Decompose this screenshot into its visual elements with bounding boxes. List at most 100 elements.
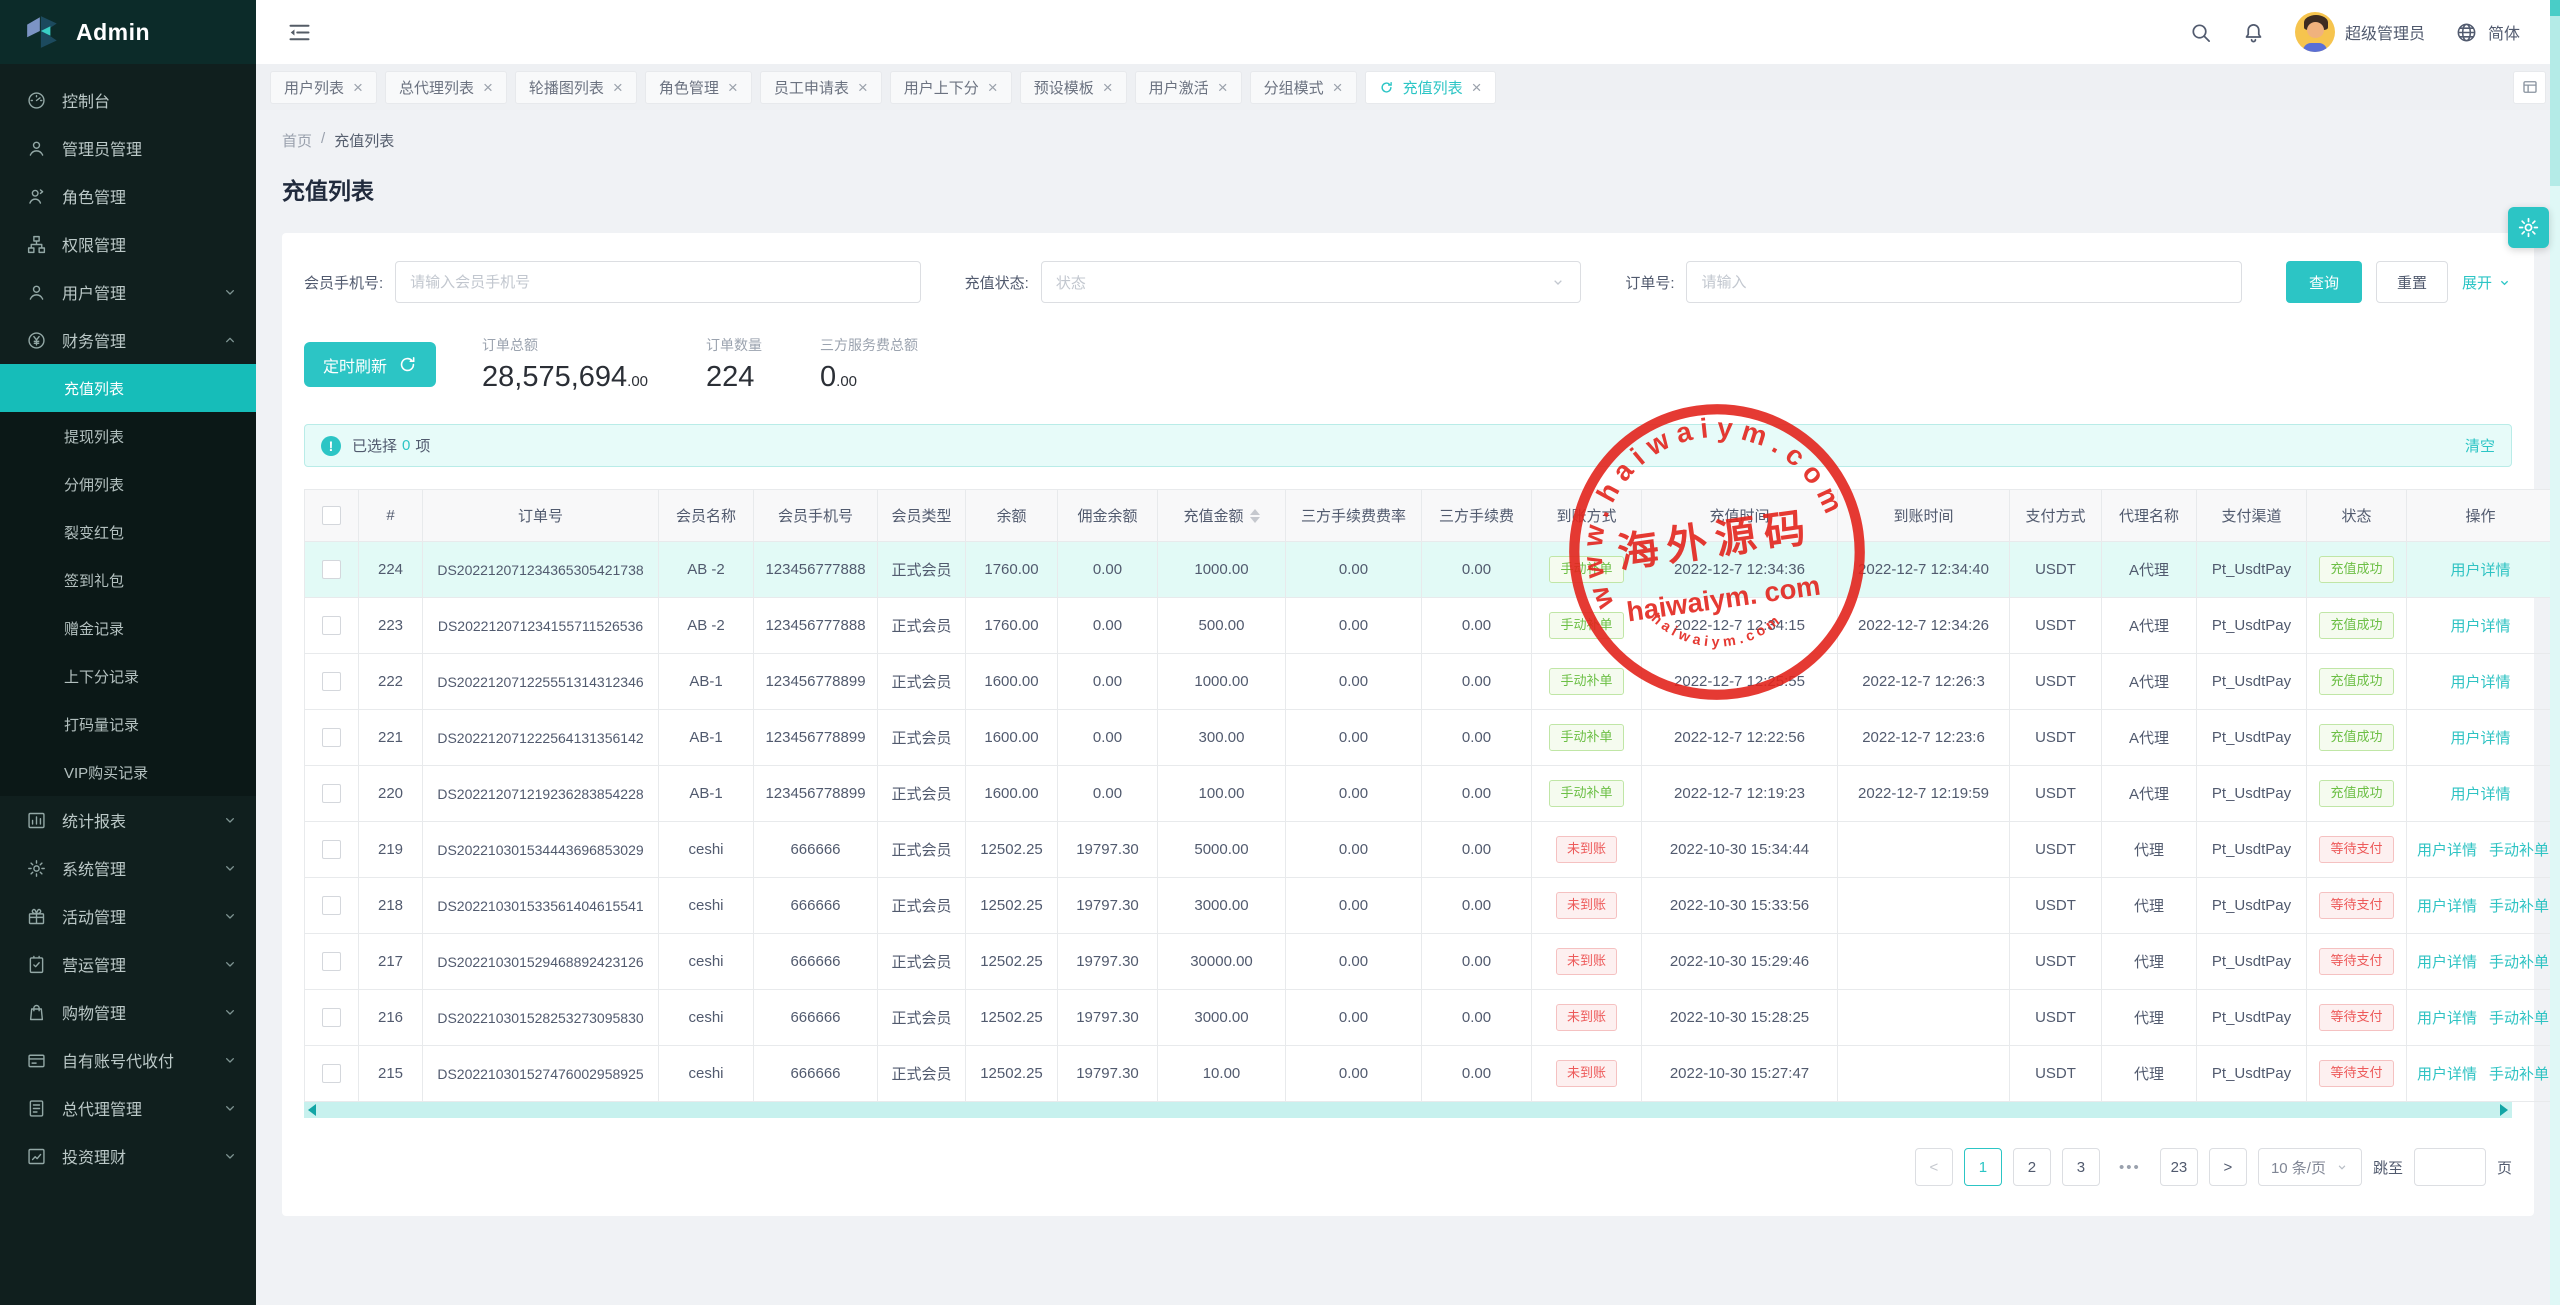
sidebar-item-营运管理[interactable]: 营运管理: [0, 940, 256, 988]
menu-fold-icon[interactable]: [286, 19, 313, 46]
sidebar-item-自有账号代收付[interactable]: 自有账号代收付: [0, 1036, 256, 1084]
vertical-scrollbar[interactable]: [2550, 0, 2560, 1305]
close-icon[interactable]: ×: [1103, 79, 1113, 96]
language-switcher[interactable]: 简体: [2455, 20, 2520, 44]
sidebar-item-系统管理[interactable]: 系统管理: [0, 844, 256, 892]
row-checkbox[interactable]: [322, 1064, 341, 1083]
scroll-left-icon[interactable]: [308, 1104, 316, 1116]
close-icon[interactable]: ×: [353, 79, 363, 96]
sidebar-item-财务管理[interactable]: 财务管理: [0, 316, 256, 364]
user-detail-link[interactable]: 用户详情: [2417, 954, 2477, 971]
auto-refresh-button[interactable]: 定时刷新: [304, 342, 436, 387]
page-button-23[interactable]: 23: [2160, 1148, 2198, 1186]
row-checkbox[interactable]: [322, 896, 341, 915]
user-detail-link[interactable]: 用户详情: [2450, 730, 2510, 747]
column-header-充值金额[interactable]: 充值金额: [1158, 490, 1286, 542]
user-detail-link[interactable]: 用户详情: [2417, 1010, 2477, 1027]
user-detail-link[interactable]: 用户详情: [2417, 898, 2477, 915]
row-checkbox[interactable]: [322, 1008, 341, 1027]
sidebar-item-权限管理[interactable]: 权限管理: [0, 220, 256, 268]
user-detail-link[interactable]: 用户详情: [2450, 786, 2510, 803]
clear-selection-link[interactable]: 清空: [2465, 435, 2495, 456]
row-checkbox[interactable]: [322, 952, 341, 971]
sidebar-item-活动管理[interactable]: 活动管理: [0, 892, 256, 940]
scrollbar-thumb[interactable]: [2550, 16, 2560, 186]
page-button-2[interactable]: 2: [2013, 1148, 2051, 1186]
sidebar-subitem-打码量记录[interactable]: 打码量记录: [0, 700, 256, 748]
row-checkbox[interactable]: [322, 672, 341, 691]
next-page-button[interactable]: >: [2209, 1148, 2247, 1186]
search-icon[interactable]: [2189, 21, 2212, 44]
tab-用户列表[interactable]: 用户列表×: [270, 71, 377, 104]
manual-order-link[interactable]: 手动补单: [2489, 954, 2549, 971]
row-checkbox[interactable]: [322, 840, 341, 859]
tab-用户上下分[interactable]: 用户上下分×: [890, 71, 1012, 104]
sidebar-item-统计报表[interactable]: 统计报表: [0, 796, 256, 844]
prev-page-button[interactable]: <: [1915, 1148, 1953, 1186]
order-filter-input[interactable]: [1686, 261, 2241, 303]
manual-order-link[interactable]: 手动补单: [2489, 842, 2549, 859]
page-button-3[interactable]: 3: [2062, 1148, 2100, 1186]
tab-list-menu-button[interactable]: [2513, 71, 2546, 104]
page-size-select[interactable]: 10 条/页: [2258, 1148, 2362, 1186]
reset-button[interactable]: 重置: [2376, 261, 2448, 303]
manual-order-link[interactable]: 手动补单: [2489, 1066, 2549, 1083]
row-checkbox[interactable]: [322, 784, 341, 803]
tab-用户激活[interactable]: 用户激活×: [1135, 71, 1242, 104]
sidebar-item-管理员管理[interactable]: 管理员管理: [0, 124, 256, 172]
tab-员工申请表[interactable]: 员工申请表×: [760, 71, 882, 104]
close-icon[interactable]: ×: [1472, 79, 1482, 96]
sidebar-item-角色管理[interactable]: 角色管理: [0, 172, 256, 220]
close-icon[interactable]: ×: [1333, 79, 1343, 96]
sidebar-subitem-裂变红包[interactable]: 裂变红包: [0, 508, 256, 556]
tab-分组模式[interactable]: 分组模式×: [1250, 71, 1357, 104]
user-menu[interactable]: 超级管理员: [2295, 12, 2425, 52]
tab-总代理列表[interactable]: 总代理列表×: [385, 71, 507, 104]
page-button-1[interactable]: 1: [1964, 1148, 2002, 1186]
manual-order-link[interactable]: 手动补单: [2489, 1010, 2549, 1027]
sidebar-subitem-上下分记录[interactable]: 上下分记录: [0, 652, 256, 700]
sidebar-subitem-签到礼包[interactable]: 签到礼包: [0, 556, 256, 604]
user-detail-link[interactable]: 用户详情: [2417, 842, 2477, 859]
jump-page-input[interactable]: [2414, 1148, 2486, 1186]
manual-order-link[interactable]: 手动补单: [2489, 898, 2549, 915]
sidebar-item-控制台[interactable]: 控制台: [0, 76, 256, 124]
row-checkbox[interactable]: [322, 560, 341, 579]
user-detail-link[interactable]: 用户详情: [2417, 1066, 2477, 1083]
sidebar-item-投资理财[interactable]: 投资理财: [0, 1132, 256, 1180]
user-detail-link[interactable]: 用户详情: [2450, 674, 2510, 691]
scroll-up-icon[interactable]: [2550, 0, 2560, 16]
expand-filters-link[interactable]: 展开: [2462, 272, 2512, 293]
horizontal-scrollbar[interactable]: [304, 1102, 2512, 1118]
user-detail-link[interactable]: 用户详情: [2450, 618, 2510, 635]
breadcrumb-home[interactable]: 首页: [282, 130, 312, 151]
sidebar-item-用户管理[interactable]: 用户管理: [0, 268, 256, 316]
row-checkbox[interactable]: [322, 728, 341, 747]
phone-filter-input[interactable]: [395, 261, 920, 303]
close-icon[interactable]: ×: [1218, 79, 1228, 96]
sidebar-subitem-赠金记录[interactable]: 赠金记录: [0, 604, 256, 652]
user-detail-link[interactable]: 用户详情: [2450, 562, 2510, 579]
sidebar-subitem-VIP购买记录[interactable]: VIP购买记录: [0, 748, 256, 796]
sidebar-item-购物管理[interactable]: 购物管理: [0, 988, 256, 1036]
tab-角色管理[interactable]: 角色管理×: [645, 71, 752, 104]
sidebar-item-总代理管理[interactable]: 总代理管理: [0, 1084, 256, 1132]
close-icon[interactable]: ×: [728, 79, 738, 96]
status-filter-select[interactable]: 状态: [1041, 261, 1581, 303]
sidebar-subitem-提现列表[interactable]: 提现列表: [0, 412, 256, 460]
close-icon[interactable]: ×: [483, 79, 493, 96]
tab-充值列表[interactable]: 充值列表×: [1365, 71, 1496, 104]
close-icon[interactable]: ×: [858, 79, 868, 96]
close-icon[interactable]: ×: [613, 79, 623, 96]
sidebar-subitem-分佣列表[interactable]: 分佣列表: [0, 460, 256, 508]
notification-bell-icon[interactable]: [2242, 21, 2265, 44]
search-button[interactable]: 查询: [2286, 261, 2362, 303]
scroll-right-icon[interactable]: [2500, 1104, 2508, 1116]
sidebar-subitem-充值列表[interactable]: 充值列表: [0, 364, 256, 412]
tab-轮播图列表[interactable]: 轮播图列表×: [515, 71, 637, 104]
tab-预设模板[interactable]: 预设模板×: [1020, 71, 1127, 104]
select-all-checkbox[interactable]: [322, 506, 341, 525]
sort-icon[interactable]: [1250, 509, 1260, 523]
settings-drawer-button[interactable]: [2508, 207, 2549, 248]
row-checkbox[interactable]: [322, 616, 341, 635]
